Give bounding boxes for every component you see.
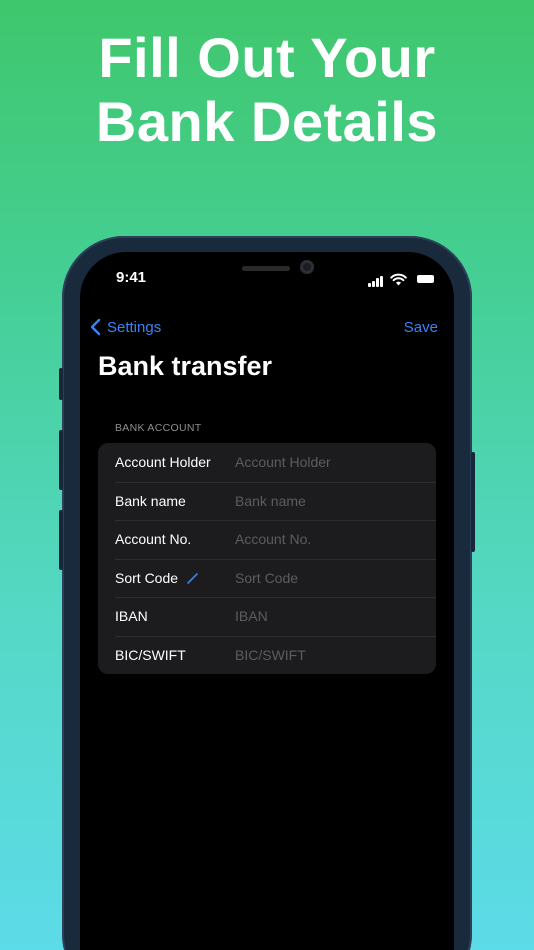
headline-line-1: Fill Out Your [98,26,436,89]
form-row-account-no: Account No. [98,520,436,559]
phone-silent-switch [59,368,63,400]
bank-account-form: Account Holder Bank name Account No. Sor… [98,443,436,674]
form-row-bic-swift: BIC/SWIFT [98,635,436,675]
phone-screen: 9:41 Settings Save Bank transfer BANK AC… [80,252,454,950]
notch [165,252,367,286]
iban-input[interactable] [235,608,425,625]
bic-swift-label: BIC/SWIFT [115,646,186,663]
phone-frame: 9:41 Settings Save Bank transfer BANK AC… [59,236,475,950]
phone-volume-up-button [59,430,63,490]
form-row-iban: IBAN [98,597,436,636]
camera-icon [300,260,314,274]
bic-swift-input[interactable] [235,646,425,663]
status-time: 9:41 [116,269,147,286]
bank-name-label: Bank name [115,492,186,509]
back-button-label: Settings [107,318,162,336]
phone-power-button [471,452,475,552]
form-row-sort-code: Sort Code [98,558,436,598]
promo-headline: Fill Out Your Bank Details [0,26,534,154]
account-no-input[interactable] [235,531,425,548]
phone-volume-down-button [59,510,63,570]
chevron-left-icon [90,318,101,336]
back-button[interactable]: Settings [90,318,161,336]
pencil-icon[interactable] [186,572,199,585]
iban-label: IBAN [115,608,148,625]
sort-code-input[interactable] [235,569,425,586]
status-icons [368,273,434,287]
headline-line-2: Bank Details [95,90,439,153]
page-title: Bank transfer [98,351,273,381]
save-button[interactable]: Save [404,319,438,336]
account-holder-label: Account Holder [115,454,211,471]
bank-name-input[interactable] [235,492,425,509]
battery-icon [417,275,434,283]
section-header: BANK ACCOUNT [115,422,202,434]
account-holder-input[interactable] [235,454,425,471]
account-no-label: Account No. [115,531,192,548]
sort-code-label: Sort Code [115,569,179,586]
form-row-account-holder: Account Holder [98,443,436,482]
form-row-bank-name: Bank name [98,481,436,521]
speaker-grille [242,266,290,271]
wifi-icon [390,273,407,286]
